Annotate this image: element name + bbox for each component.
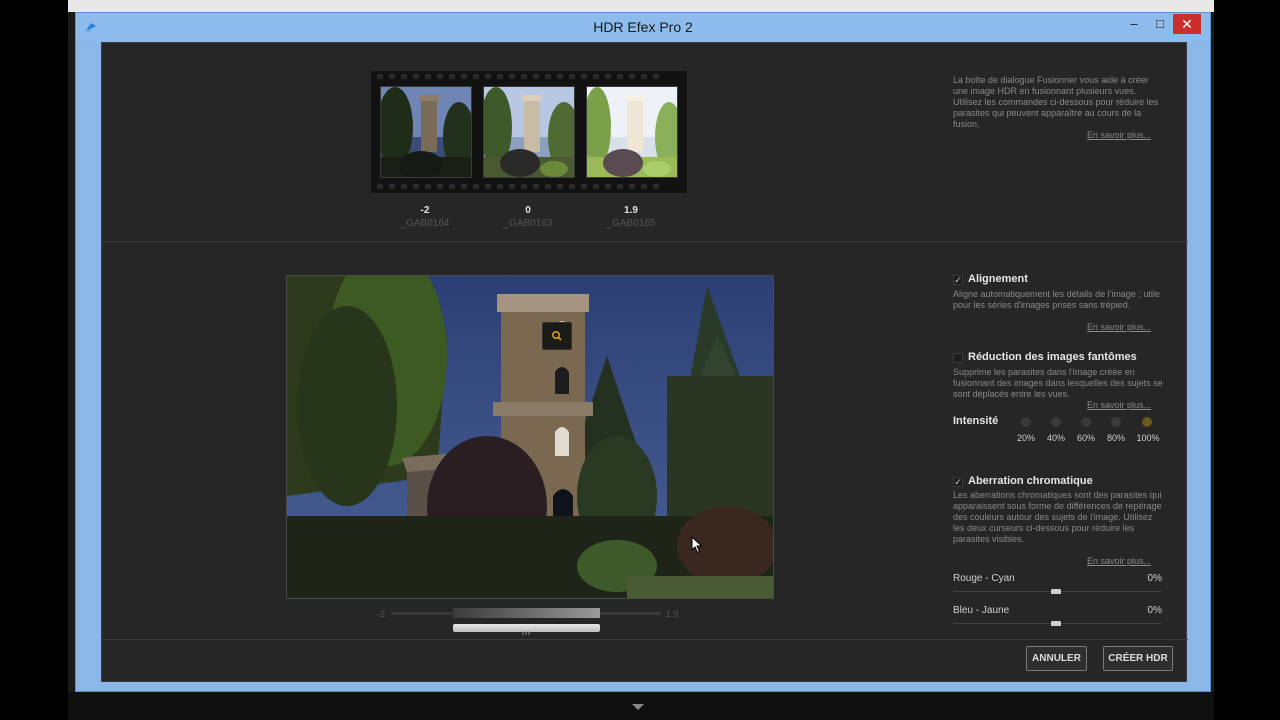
title-bar[interactable]: HDR Efex Pro 2 – □ ✕ bbox=[76, 13, 1210, 42]
ghost-reduction-title: Réduction des images fantômes bbox=[968, 351, 1137, 363]
intensity-40-label: 40% bbox=[1046, 433, 1065, 443]
exposure-value-2: 0 bbox=[525, 205, 531, 216]
intensity-100-label: 100% bbox=[1136, 433, 1160, 443]
intensity-20-radio[interactable] bbox=[1021, 417, 1031, 427]
intensity-label: Intensité bbox=[953, 415, 999, 427]
learn-more-link-alignment[interactable]: En savoir plus... bbox=[1087, 322, 1151, 332]
film-perforations-bottom bbox=[377, 184, 681, 190]
ev-range-handle[interactable] bbox=[453, 624, 600, 635]
dialog-panel: -2 _GAB0164 0 _GAB0163 1.9 _GAB0165 La b… bbox=[101, 42, 1188, 682]
chromatic-aberration-description: Les aberrations chromatiques sont des pa… bbox=[953, 490, 1162, 544]
screen: HDR Efex Pro 2 – □ ✕ -2 _GAB0164 0 _GAB0… bbox=[0, 0, 1280, 720]
learn-more-link-chromatic[interactable]: En savoir plus... bbox=[1087, 556, 1151, 566]
thumbnail-exposure-2[interactable] bbox=[483, 86, 575, 178]
exposure-value-3: 1.9 bbox=[624, 205, 638, 216]
alignment-checkbox[interactable]: ✓ bbox=[953, 275, 963, 285]
alignment-title: Alignement bbox=[968, 273, 1028, 285]
film-perforations-top bbox=[377, 74, 681, 80]
maximize-button[interactable]: □ bbox=[1147, 14, 1173, 34]
close-button[interactable]: ✕ bbox=[1173, 14, 1201, 34]
merge-intro-text: La boîte de dialogue Fusionner vous aide… bbox=[953, 75, 1159, 129]
ev-max-label: 1.9 bbox=[666, 609, 679, 619]
alignment-description: Aligne automatiquement les détails de l'… bbox=[953, 289, 1160, 310]
expand-down-icon[interactable] bbox=[632, 704, 644, 710]
section-divider-bottom bbox=[102, 639, 1188, 640]
cancel-button[interactable]: ANNULER bbox=[1026, 646, 1087, 671]
create-hdr-button[interactable]: CRÉER HDR bbox=[1103, 646, 1173, 671]
blue-yellow-slider-handle[interactable] bbox=[1051, 621, 1061, 626]
intensity-100-radio[interactable] bbox=[1142, 417, 1152, 427]
section-divider-top bbox=[102, 241, 1188, 242]
window-title: HDR Efex Pro 2 bbox=[593, 19, 693, 35]
ev-min-label: -2 bbox=[377, 609, 386, 619]
red-cyan-label: Rouge - Cyan bbox=[953, 573, 1015, 584]
grip-icon bbox=[522, 631, 530, 635]
intensity-60-label: 60% bbox=[1076, 433, 1095, 443]
chromatic-aberration-checkbox[interactable]: ✓ bbox=[953, 477, 963, 487]
mouse-cursor-icon bbox=[691, 536, 703, 554]
file-name-1: _GAB0164 bbox=[400, 218, 450, 229]
minimize-button[interactable]: – bbox=[1121, 14, 1147, 34]
hdr-efex-dialog: HDR Efex Pro 2 – □ ✕ -2 _GAB0164 0 _GAB0… bbox=[75, 12, 1211, 692]
loupe-button[interactable] bbox=[542, 322, 572, 350]
learn-more-link-ghost[interactable]: En savoir plus... bbox=[1087, 400, 1151, 410]
intensity-60-radio[interactable] bbox=[1081, 417, 1091, 427]
learn-more-link-intro[interactable]: En savoir plus... bbox=[1087, 130, 1151, 140]
ev-range-selection[interactable] bbox=[453, 608, 600, 618]
blue-yellow-value: 0% bbox=[1147, 605, 1162, 616]
thumbnail-exposure-3[interactable] bbox=[586, 86, 678, 178]
exposure-value-1: -2 bbox=[420, 205, 430, 216]
intensity-40-radio[interactable] bbox=[1051, 417, 1061, 427]
background-app-titlebar bbox=[68, 0, 1214, 12]
file-name-2: _GAB0163 bbox=[503, 218, 553, 229]
chromatic-aberration-title: Aberration chromatique bbox=[968, 475, 1093, 487]
ghost-reduction-checkbox[interactable] bbox=[953, 353, 963, 363]
filmstrip bbox=[370, 70, 688, 194]
blue-yellow-label: Bleu - Jaune bbox=[953, 605, 1010, 616]
intensity-20-label: 20% bbox=[1016, 433, 1035, 443]
file-name-3: _GAB0165 bbox=[606, 218, 656, 229]
intensity-80-radio[interactable] bbox=[1111, 417, 1121, 427]
thumbnail-exposure-1[interactable] bbox=[380, 86, 472, 178]
intensity-80-label: 80% bbox=[1106, 433, 1125, 443]
dialog-client-area: -2 _GAB0164 0 _GAB0163 1.9 _GAB0165 La b… bbox=[101, 42, 1188, 682]
magnifier-icon bbox=[552, 331, 562, 341]
red-cyan-value: 0% bbox=[1147, 573, 1162, 584]
ghost-reduction-description: Supprime les parasites dans l'image créé… bbox=[953, 367, 1163, 399]
red-cyan-slider-handle[interactable] bbox=[1051, 589, 1061, 594]
